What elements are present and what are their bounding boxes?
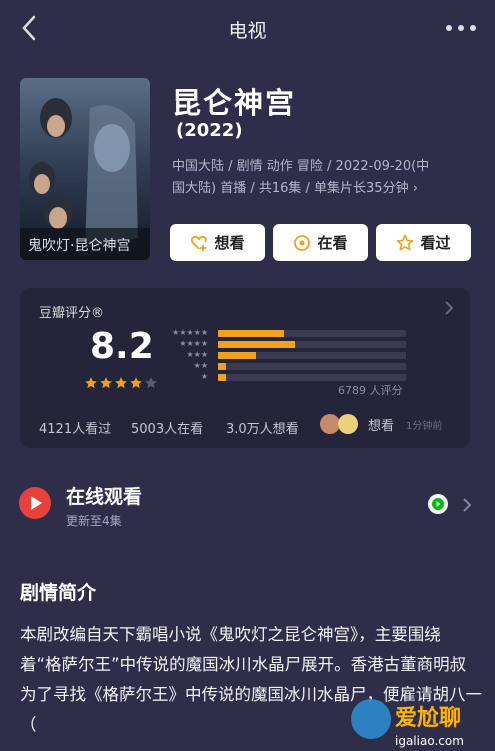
distribution-track	[218, 374, 406, 381]
want-activity-time: 1分钟前	[406, 420, 443, 432]
rating-score: 8.2	[90, 326, 154, 367]
watching-label: 在看	[317, 234, 348, 252]
watching-button[interactable]: 在看	[273, 224, 368, 261]
distribution-track	[218, 330, 406, 337]
top-bar: 电视	[0, 0, 495, 58]
avatar	[338, 414, 358, 434]
poster-title-text: 鬼吹灯·昆仑神宫	[28, 238, 130, 254]
distribution-row: ★★★	[168, 350, 418, 360]
want-label: 想看	[214, 234, 245, 252]
movie-title: 昆仑神宫	[172, 86, 297, 120]
distribution-fill	[218, 374, 226, 381]
rating-count: 6789 人评分	[338, 384, 403, 397]
watermark-text: 爱尬聊	[395, 705, 461, 731]
distribution-row: ★★	[168, 361, 418, 371]
avatar	[320, 414, 340, 434]
want-to-watch-button[interactable]: 想看	[170, 224, 265, 261]
heart-plus-icon	[191, 235, 208, 251]
online-watch-subtitle: 更新至4集	[66, 514, 122, 528]
distribution-track	[218, 363, 406, 370]
meta-line-2: 国大陆) 首播 / 共16集 / 单集片长35分钟 ›	[172, 181, 418, 196]
rating-stars	[84, 376, 158, 390]
chevron-right-icon	[445, 301, 454, 315]
star-filled-icon	[115, 377, 127, 389]
stat-watching: 5003人在看	[131, 422, 204, 437]
stat-want: 3.0万人想看	[226, 422, 299, 437]
watermark-url: igaliao.com	[395, 734, 464, 748]
target-icon	[294, 234, 311, 251]
watermark-logo: 爱尬聊 igaliao.com	[351, 699, 464, 748]
rating-distribution: ★★★★★ ★★★★ ★★★ ★★ ★	[168, 328, 418, 390]
star-empty-icon	[145, 377, 157, 389]
play-icon[interactable]	[18, 486, 52, 520]
watched-label: 看过	[420, 234, 451, 252]
distribution-fill	[218, 330, 284, 337]
online-watch-title[interactable]: 在线观看	[66, 482, 142, 509]
distribution-stars-label: ★★	[193, 361, 208, 370]
distribution-row: ★★★★★	[168, 328, 418, 338]
distribution-row: ★	[168, 372, 418, 382]
douban-rating-card[interactable]: 豆瓣评分® 8.2 ★★★★★ ★★★★ ★★★ ★★ ★ 6789 人评分 4121人…	[20, 288, 470, 448]
distribution-stars-label: ★★★★	[179, 339, 208, 348]
synopsis-title: 剧情简介	[20, 582, 97, 604]
star-filled-icon	[100, 377, 112, 389]
page-title: 电视	[228, 20, 267, 42]
movie-year: (2022)	[176, 120, 243, 141]
distribution-stars-label: ★★★★★	[172, 328, 208, 337]
more-button[interactable]	[441, 14, 481, 42]
meta-line-1: 中国大陆 / 剧情 动作 冒险 / 2022-09-20(中	[172, 159, 430, 174]
movie-meta[interactable]: 中国大陆 / 剧情 动作 冒险 / 2022-09-20(中 国大陆) 首播 /…	[172, 156, 472, 200]
distribution-fill	[218, 363, 226, 370]
distribution-fill	[218, 352, 256, 359]
star-filled-icon	[85, 377, 97, 389]
rating-section-title: 豆瓣评分®	[39, 306, 105, 321]
star-filled-icon	[130, 377, 142, 389]
watched-button[interactable]: 看过	[376, 224, 471, 261]
distribution-track	[218, 352, 406, 359]
stat-watched: 4121人看过	[39, 422, 112, 437]
star-icon	[397, 234, 414, 250]
more-icon	[446, 25, 476, 31]
chevron-right-icon[interactable]	[462, 497, 472, 513]
distribution-stars-label: ★★★	[186, 350, 208, 359]
want-activity-label: 想看	[368, 418, 395, 434]
iqiyi-icon[interactable]	[428, 494, 448, 514]
distribution-row: ★★★★	[168, 339, 418, 349]
recent-want-activity[interactable]: 想看 1分钟前	[320, 414, 442, 434]
distribution-stars-label: ★	[200, 372, 208, 381]
distribution-fill	[218, 341, 296, 348]
poster-image[interactable]: 鬼吹灯·昆仑神宫	[20, 78, 150, 260]
distribution-track	[218, 341, 406, 348]
